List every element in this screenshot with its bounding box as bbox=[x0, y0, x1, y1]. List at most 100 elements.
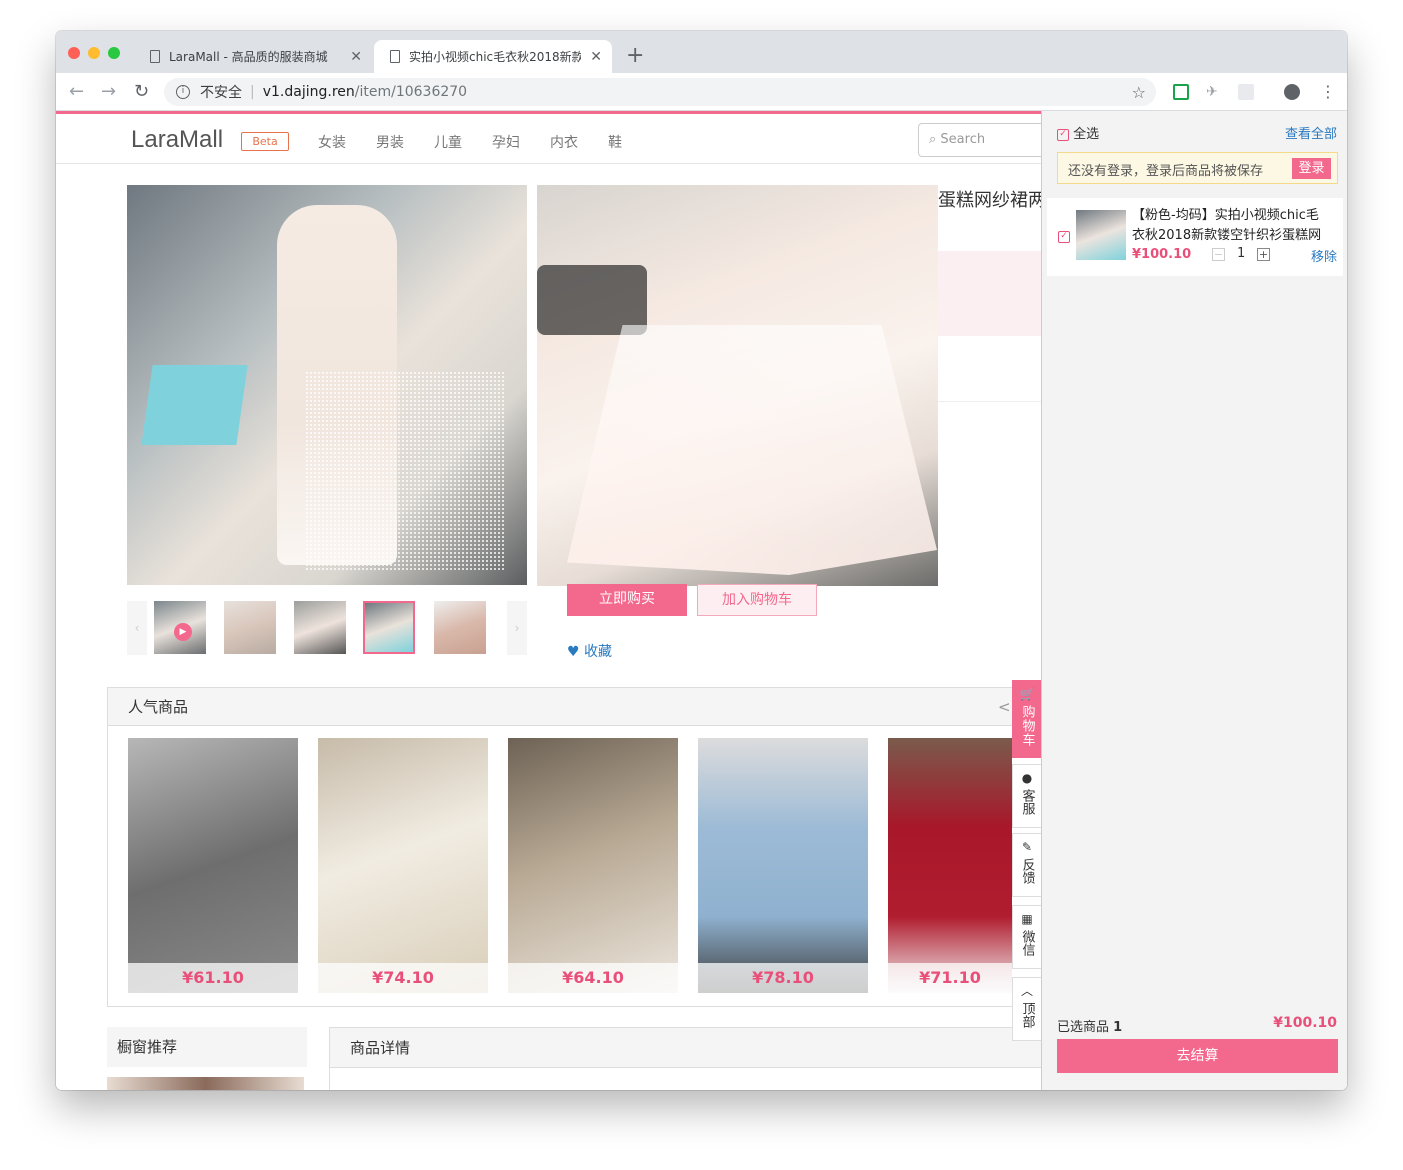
reload-icon[interactable]: ↻ bbox=[134, 81, 149, 102]
minimize-window-button[interactable] bbox=[88, 47, 100, 59]
cart-item-title-line: 【粉色-均码】实拍小视频chic毛 bbox=[1132, 208, 1319, 223]
tab-title: 实拍小视频chic毛衣秋2018新款 bbox=[409, 50, 581, 64]
tab-product[interactable]: 实拍小视频chic毛衣秋2018新款 ✕ bbox=[374, 40, 612, 73]
close-tab-icon[interactable]: ✕ bbox=[590, 49, 602, 65]
qrcode-icon: ▦ bbox=[1021, 912, 1033, 926]
product-price: ¥74.10 bbox=[318, 963, 488, 993]
screenshot-extension-icon[interactable] bbox=[1238, 84, 1254, 100]
item-checkbox[interactable]: ✓ bbox=[1058, 231, 1070, 243]
popular-product-card[interactable]: ¥71.10 bbox=[888, 738, 1012, 993]
edit-icon: ✎ bbox=[1021, 840, 1033, 854]
qq-icon: ● bbox=[1021, 771, 1033, 785]
checkout-button[interactable]: 去结算 bbox=[1057, 1039, 1338, 1073]
product-price: ¥64.10 bbox=[508, 963, 678, 993]
add-to-cart-button[interactable]: 加入购物车 bbox=[697, 584, 817, 616]
buy-now-button[interactable]: 立即购买 bbox=[567, 584, 687, 616]
showcase-title: 橱窗推荐 bbox=[117, 1038, 178, 1056]
forward-icon[interactable]: → bbox=[101, 81, 116, 102]
increase-qty-button[interactable]: + bbox=[1257, 248, 1270, 261]
cart-total: ¥100.10 bbox=[1273, 1015, 1337, 1031]
side-tab-label: 反馈 bbox=[1019, 858, 1035, 884]
remove-item-link[interactable]: 移除 bbox=[1311, 246, 1337, 265]
thumbs-next-button[interactable]: › bbox=[507, 601, 527, 655]
login-button[interactable]: 登录 bbox=[1292, 158, 1331, 179]
checkbox-checked-icon: ✓ bbox=[1057, 128, 1069, 141]
cart-drawer: ✓ 全选 查看全部 还没有登录，登录后商品将被保存 登录 ✓ 【粉色-均码】实拍… bbox=[1041, 111, 1347, 1090]
select-all-checkbox[interactable]: ✓ 全选 bbox=[1057, 123, 1099, 142]
new-tab-button[interactable]: + bbox=[626, 43, 644, 68]
popular-product-card[interactable]: ¥78.10 bbox=[698, 738, 868, 993]
quantity-value[interactable]: 1 bbox=[1237, 246, 1245, 261]
info-icon[interactable]: i bbox=[176, 85, 190, 99]
favorite-link[interactable]: ♥ 收藏 bbox=[567, 641, 612, 661]
side-tab-cart[interactable]: 🛒 购物车 bbox=[1012, 680, 1042, 758]
cart-item-price: ¥100.10 bbox=[1132, 247, 1192, 262]
bird-extension-icon[interactable]: ✈ bbox=[1206, 84, 1222, 100]
popular-title: 人气商品 bbox=[128, 698, 189, 716]
search-placeholder: Search bbox=[940, 132, 986, 147]
bookmark-star-icon[interactable]: ☆ bbox=[1132, 83, 1146, 102]
thumbs-prev-button[interactable]: ‹ bbox=[127, 601, 147, 655]
tab-strip: LaraMall - 高品质的服装商城 ✕ 实拍小视频chic毛衣秋2018新款… bbox=[56, 31, 1347, 73]
site-logo[interactable]: LaraMall bbox=[131, 126, 223, 154]
zoom-lens bbox=[305, 371, 505, 571]
details-heading: 商品详情 bbox=[330, 1028, 1041, 1068]
search-icon: ⌕ bbox=[929, 132, 937, 147]
nav-shoes[interactable]: 鞋 bbox=[608, 132, 622, 152]
price-band bbox=[938, 251, 1041, 336]
tab-title: LaraMall - 高品质的服装商城 bbox=[169, 50, 328, 64]
close-tab-icon[interactable]: ✕ bbox=[350, 49, 362, 65]
thumbnail-video[interactable]: ▶ bbox=[154, 601, 206, 654]
showcase-heading: 橱窗推荐 bbox=[107, 1027, 307, 1067]
cart-item-title[interactable]: 【粉色-均码】实拍小视频chic毛 衣秋2018新款镂空针织衫蛋糕网 bbox=[1132, 206, 1321, 246]
nav-maternity[interactable]: 孕妇 bbox=[492, 132, 520, 152]
product-price: ¥78.10 bbox=[698, 963, 868, 993]
menu-icon[interactable]: ⋮ bbox=[1320, 84, 1336, 100]
search-input[interactable]: ⌕ Search bbox=[918, 123, 1048, 157]
side-tab-label: 购物车 bbox=[1019, 705, 1035, 747]
cart-icon: 🛒 bbox=[1019, 687, 1035, 701]
tab-laramall-home[interactable]: LaraMall - 高品质的服装商城 ✕ bbox=[134, 40, 372, 73]
zoom-preview-image bbox=[537, 185, 938, 586]
close-window-button[interactable] bbox=[68, 47, 80, 59]
thumbnail[interactable] bbox=[224, 601, 276, 654]
side-tab-top[interactable]: ︿ 顶部 bbox=[1012, 977, 1042, 1041]
side-tab-feedback[interactable]: ✎ 反馈 bbox=[1012, 833, 1042, 897]
popular-product-card[interactable]: ¥74.10 bbox=[318, 738, 488, 993]
zoom-window-button[interactable] bbox=[108, 47, 120, 59]
product-price: ¥61.10 bbox=[128, 963, 298, 993]
side-tab-wechat[interactable]: ▦ 微信 bbox=[1012, 905, 1042, 969]
thumbnail[interactable] bbox=[294, 601, 346, 654]
profile-icon[interactable] bbox=[1284, 84, 1300, 100]
decrease-qty-button[interactable]: − bbox=[1212, 248, 1225, 261]
page-icon bbox=[390, 50, 400, 63]
nav-kids[interactable]: 儿童 bbox=[434, 132, 462, 152]
side-tab-label: 顶部 bbox=[1019, 1002, 1035, 1028]
nav-women[interactable]: 女装 bbox=[318, 132, 346, 152]
back-icon[interactable]: ← bbox=[69, 81, 84, 102]
favorite-label: 收藏 bbox=[584, 644, 613, 660]
popular-product-card[interactable]: ¥61.10 bbox=[128, 738, 298, 993]
play-icon: ▶ bbox=[174, 623, 192, 641]
popular-product-card[interactable]: ¥64.10 bbox=[508, 738, 678, 993]
arrow-up-icon: ︿ bbox=[1020, 984, 1033, 998]
url-host: v1.dajing.ren bbox=[262, 84, 355, 100]
address-bar[interactable]: i 不安全 | v1.dajing.ren/item/10636270 ☆ bbox=[164, 78, 1156, 106]
popular-prev-button[interactable]: < bbox=[998, 688, 1011, 726]
nav-men[interactable]: 男装 bbox=[376, 132, 404, 152]
beta-badge: Beta bbox=[241, 132, 289, 151]
cart-item-image[interactable] bbox=[1076, 210, 1126, 260]
url-path: /item/10636270 bbox=[354, 84, 468, 100]
thumbnail[interactable] bbox=[434, 601, 486, 654]
selected-summary: 已选商品 1 bbox=[1057, 1016, 1122, 1035]
side-tab-label: 微信 bbox=[1019, 930, 1035, 956]
product-main-image[interactable] bbox=[127, 185, 527, 585]
view-all-link[interactable]: 查看全部 bbox=[1285, 123, 1337, 142]
nav-underwear[interactable]: 内衣 bbox=[550, 132, 578, 152]
showcase-image[interactable] bbox=[107, 1077, 304, 1090]
popular-heading: 人气商品 < bbox=[108, 688, 1041, 726]
extension-icon[interactable] bbox=[1173, 84, 1189, 100]
thumbnail-selected[interactable] bbox=[363, 601, 415, 654]
side-tab-service[interactable]: ● 客服 bbox=[1012, 764, 1042, 828]
product-price: ¥71.10 bbox=[888, 963, 1012, 993]
